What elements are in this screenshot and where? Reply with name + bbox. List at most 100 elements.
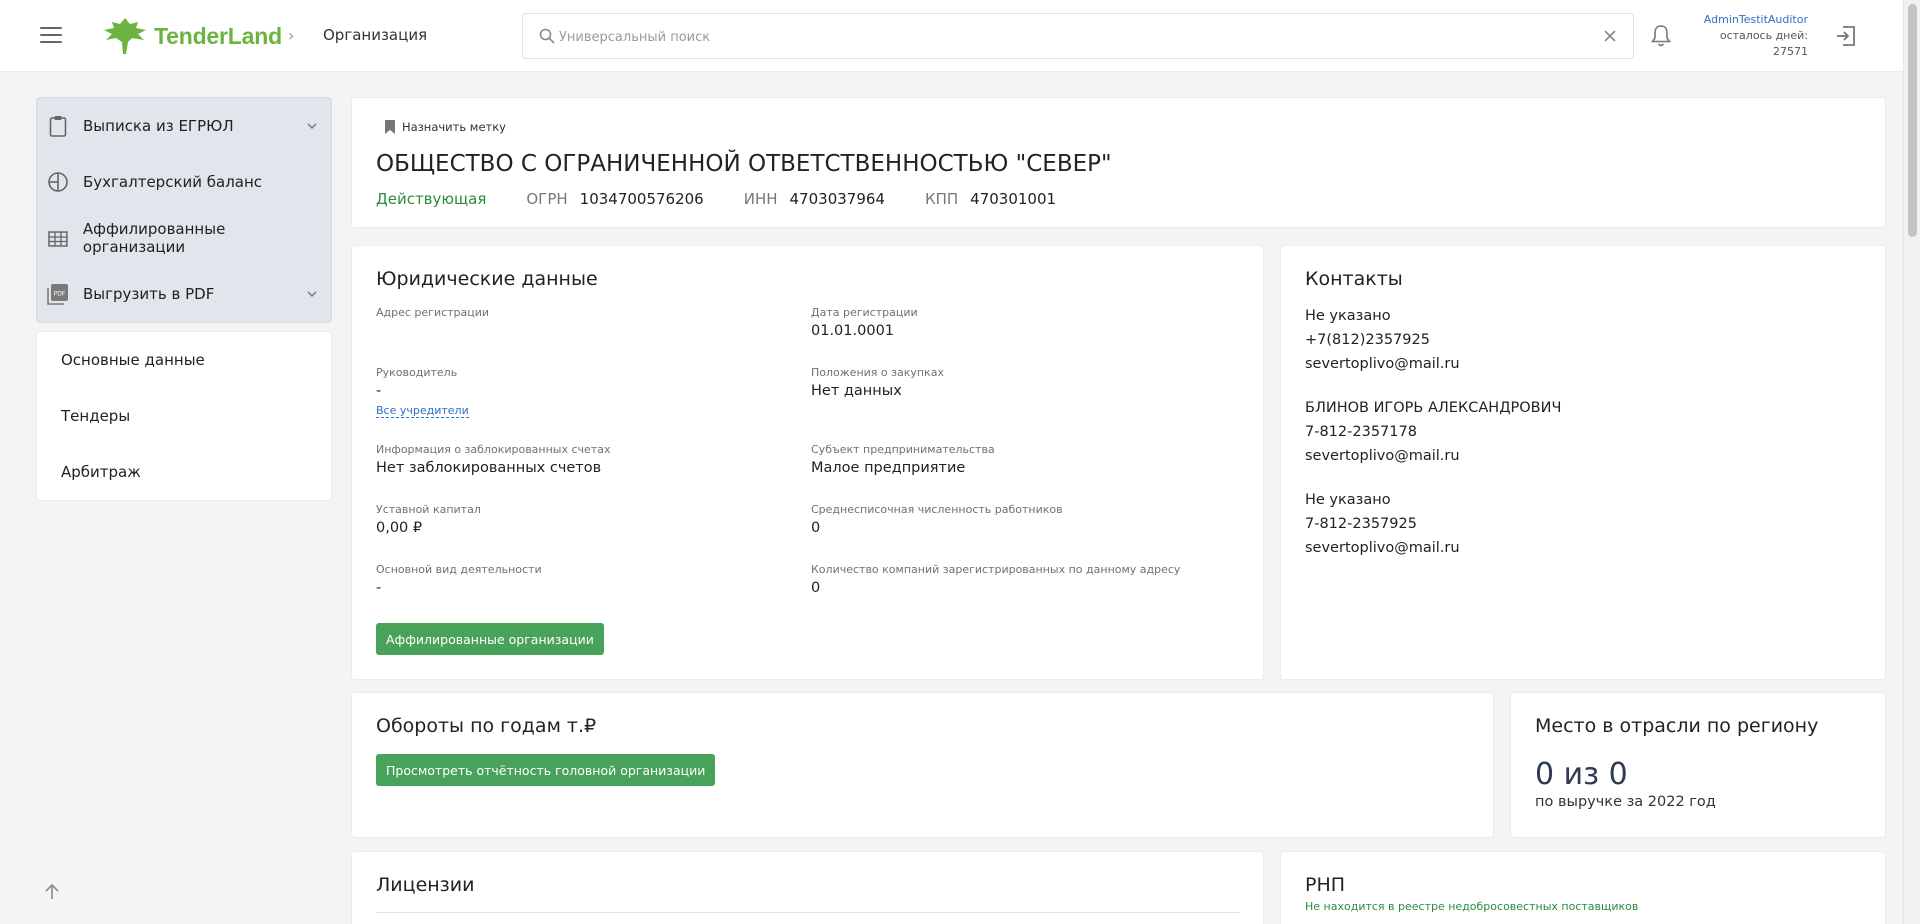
sidebar-item-label: Аффилированные организации [82, 220, 226, 256]
arrow-up-icon[interactable] [43, 882, 61, 900]
scrollbar-thumb[interactable] [1908, 4, 1917, 237]
field-employees: Среднесписочная численность работников 0 [811, 503, 1231, 536]
turnover-card: Обороты по годам т.₽ Просмотреть отчётно… [351, 692, 1494, 838]
field-business-subject: Субъект предпринимательства Малое предпр… [811, 443, 1231, 476]
rnp-status: Не находится в реестре недобросовестных … [1305, 900, 1639, 913]
field-blocked-accounts: Информация о заблокированных счетах Нет … [376, 443, 796, 476]
contact-entry: Не указано +7(812)2357925 severtoplivo@m… [1305, 304, 1460, 376]
contact-email[interactable]: severtoplivo@mail.ru [1305, 536, 1460, 560]
pie-chart-icon [48, 172, 68, 192]
sidebar-item-egrul[interactable]: Выписка из ЕГРЮЛ [37, 98, 331, 154]
nav-arbitration[interactable]: Арбитраж [37, 444, 331, 500]
procurement-label: Положения о закупках [811, 366, 944, 379]
industry-place-value: 0 из 0 [1535, 757, 1628, 792]
field-address: Адрес регистрации [376, 306, 796, 323]
contact-name: Не указано [1305, 308, 1391, 324]
status-badge: Действующая [376, 190, 487, 208]
breadcrumb-chevron-icon: › [288, 26, 295, 45]
contact-phone[interactable]: +7(812)2357925 [1305, 328, 1460, 352]
bookmark-icon [385, 120, 395, 134]
assign-tag-button[interactable]: Назначить метку [384, 119, 506, 135]
field-procurement: Положения о закупках Нет данных [811, 366, 1231, 399]
procurement-value: Нет данных [811, 383, 902, 399]
contact-phone[interactable]: 7-812-2357178 [1305, 420, 1561, 444]
field-companies-at-address: Количество компаний зарегистрированных п… [811, 563, 1251, 596]
industry-place-subtitle: по выручке за 2022 год [1535, 794, 1716, 810]
companies-label: Количество компаний зарегистрированных п… [811, 563, 1181, 576]
blocked-label: Информация о заблокированных счетах [376, 443, 611, 456]
building-icon [48, 231, 68, 247]
chevron-down-icon[interactable] [307, 290, 317, 298]
sidebar-nav: Основные данные Тендеры Арбитраж [36, 331, 332, 501]
capital-label: Уставной капитал [376, 503, 481, 516]
contact-entry: Не указано 7-812-2357925 severtoplivo@ma… [1305, 488, 1460, 560]
page-scrollbar[interactable] [1903, 0, 1920, 924]
org-meta: Действующая ОГРН 1034700576206 ИНН 47030… [376, 190, 1096, 208]
clipboard-icon [49, 116, 67, 137]
industry-place-title: Место в отрасли по региону [1535, 715, 1819, 737]
rnp-title: РНП [1305, 874, 1346, 896]
logo[interactable]: TenderLand [100, 16, 282, 56]
chevron-down-icon[interactable] [307, 122, 317, 130]
capital-value: 0,00 ₽ [376, 520, 423, 536]
sidebar-item-affiliated[interactable]: Аффилированные организации [37, 210, 331, 266]
search-icon [539, 28, 555, 44]
licenses-title: Лицензии [376, 874, 475, 896]
bell-icon[interactable] [1650, 24, 1672, 48]
contact-name: Не указано [1305, 492, 1391, 508]
turnover-title: Обороты по годам т.₽ [376, 715, 597, 737]
inn-value: 4703037964 [789, 190, 885, 208]
sidebar-actions: Выписка из ЕГРЮЛ Бухгалтерский баланс Аф… [36, 97, 332, 323]
address-label: Адрес регистрации [376, 306, 490, 319]
search-input[interactable] [559, 26, 1559, 48]
contact-email[interactable]: severtoplivo@mail.ru [1305, 352, 1460, 376]
tree-logo-icon [104, 18, 146, 54]
logout-icon[interactable] [1834, 24, 1858, 48]
sidebar-item-balance[interactable]: Бухгалтерский баланс [37, 154, 331, 210]
field-reg-date: Дата регистрации 01.01.0001 [811, 306, 1231, 339]
breadcrumb[interactable]: Организация [323, 26, 427, 44]
menu-burger-icon[interactable] [40, 27, 62, 45]
kpp-label: КПП [924, 190, 959, 208]
affiliated-orgs-button[interactable]: Аффилированные организации [376, 623, 604, 655]
pdf-icon: PDF [47, 284, 68, 305]
legal-data-card: Юридические данные Адрес регистрации Дат… [351, 245, 1264, 680]
subject-label: Субъект предпринимательства [811, 443, 995, 456]
blocked-value: Нет заблокированных счетов [376, 460, 602, 476]
contact-entry: БЛИНОВ ИГОРЬ АЛЕКСАНДРОВИЧ 7-812-2357178… [1305, 396, 1561, 468]
user-info[interactable]: AdminTestitAuditor осталось дней: 27571 [1680, 12, 1808, 60]
companies-value: 0 [811, 580, 821, 596]
all-founders-link[interactable]: Все учредители [376, 404, 469, 418]
head-label: Руководитель [376, 366, 458, 379]
contact-name: БЛИНОВ ИГОРЬ АЛЕКСАНДРОВИЧ [1305, 400, 1562, 416]
sidebar-item-export-pdf[interactable]: PDF Выгрузить в PDF [37, 266, 331, 322]
inn-label: ИНН [743, 190, 778, 208]
divider [376, 912, 1240, 913]
nav-main-data[interactable]: Основные данные [37, 332, 331, 388]
industry-place-card: Место в отрасли по региону 0 из 0 по выр… [1510, 692, 1886, 838]
field-capital: Уставной капитал 0,00 ₽ [376, 503, 796, 536]
logo-text: TenderLand [154, 22, 282, 49]
nav-tenders[interactable]: Тендеры [37, 388, 331, 444]
contact-phone[interactable]: 7-812-2357925 [1305, 512, 1460, 536]
view-head-org-reports-button[interactable]: Просмотреть отчётность головной организа… [376, 754, 716, 786]
rnp-card: РНП Не находится в реестре недобросовест… [1280, 851, 1886, 924]
days-left-label: осталось дней: [1719, 29, 1808, 42]
org-name: ОБЩЕСТВО С ОГРАНИЧЕННОЙ ОТВЕТСТВЕННОСТЬЮ… [376, 151, 1112, 177]
employees-label: Среднесписочная численность работников [811, 503, 1063, 516]
sidebar-item-label: Выписка из ЕГРЮЛ [83, 117, 234, 135]
activity-label: Основной вид деятельности [376, 563, 542, 576]
subject-value: Малое предприятие [811, 460, 966, 476]
close-icon[interactable] [1601, 27, 1619, 45]
employees-value: 0 [811, 520, 821, 536]
contacts-card: Контакты Не указано +7(812)2357925 sever… [1280, 245, 1886, 680]
org-header-card: Назначить метку ОБЩЕСТВО С ОГРАНИЧЕННОЙ … [351, 97, 1886, 228]
licenses-card: Лицензии [351, 851, 1264, 924]
contact-email[interactable]: severtoplivo@mail.ru [1305, 444, 1561, 468]
top-header: TenderLand › Организация AdminTestitAudi… [0, 0, 1920, 72]
ogrn-value: 1034700576206 [579, 190, 704, 208]
days-left-value: 27571 [1773, 45, 1808, 58]
user-name[interactable]: AdminTestitAuditor [1680, 12, 1808, 28]
field-activity: Основной вид деятельности - [376, 563, 796, 596]
sidebar-item-label: Выгрузить в PDF [83, 285, 215, 303]
